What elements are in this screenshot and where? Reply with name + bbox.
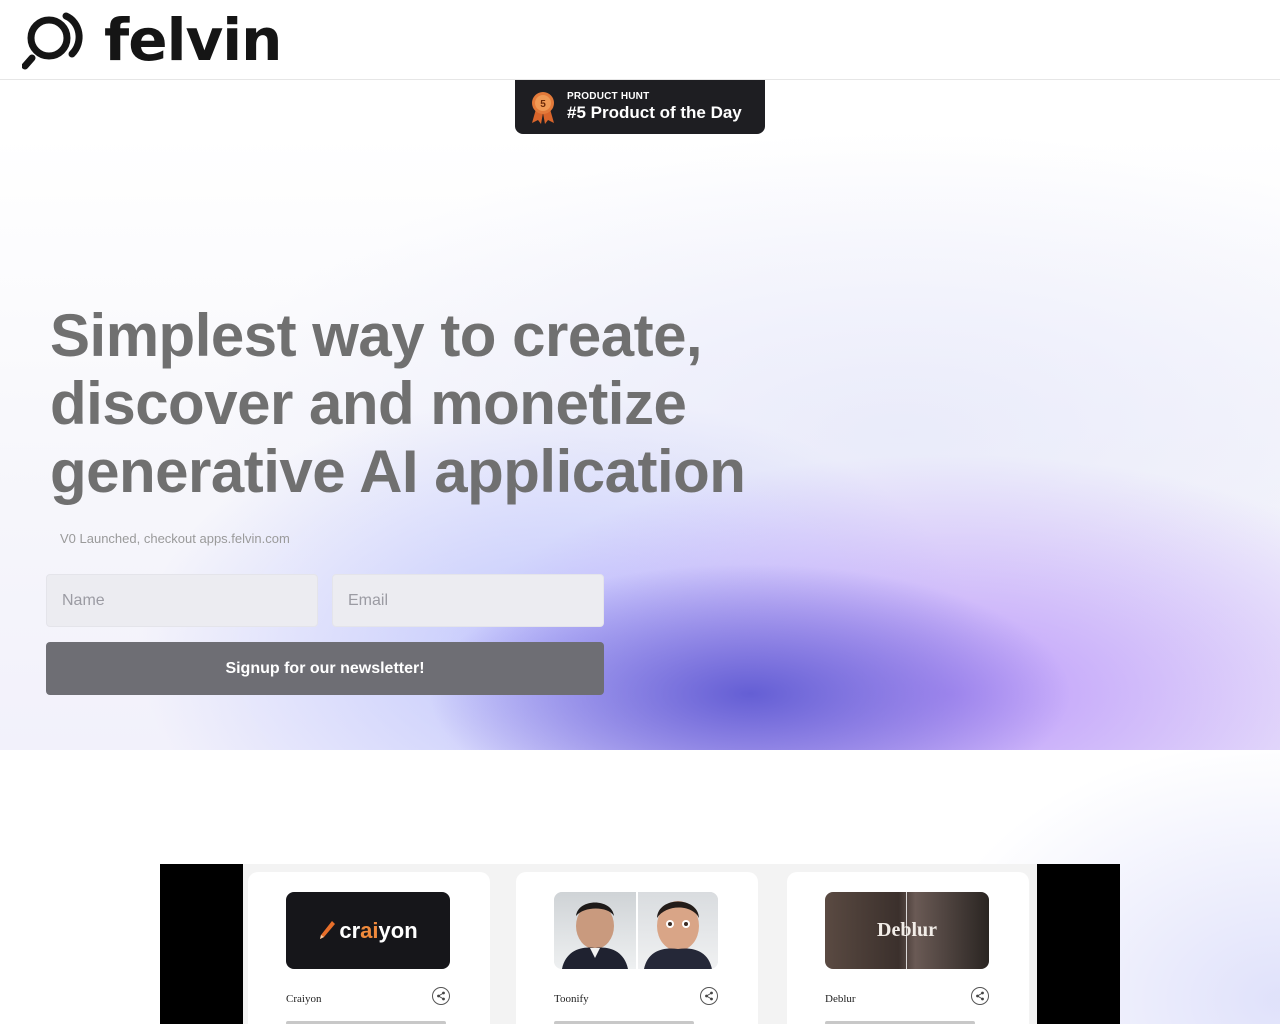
share-button[interactable] (432, 987, 450, 1005)
medal-number: 5 (540, 99, 546, 110)
app-name: Deblur (825, 993, 856, 1005)
app-name: Toonify (554, 993, 589, 1005)
share-icon (976, 991, 984, 1001)
hero-title: Simplest way to create, discover and mon… (50, 302, 746, 505)
app-card-deblur[interactable]: Deblur Deblur (787, 872, 1029, 1024)
badge-label-small: PRODUCT HUNT (567, 91, 650, 102)
deblur-wordmark: Deblur (877, 919, 937, 941)
comparison-divider (906, 892, 907, 969)
craiyon-wordmark: craiyon (339, 917, 418, 943)
toonified-face-image (636, 892, 718, 969)
badge-text: PRODUCT HUNT #5 Product of the Day (567, 91, 742, 123)
hero-section: Simplest way to create, discover and mon… (0, 134, 1280, 750)
email-input[interactable] (332, 574, 604, 627)
share-icon (705, 991, 713, 1001)
app-card-toonify[interactable]: Toonify (516, 872, 758, 1024)
name-input[interactable] (46, 574, 318, 627)
site-header: felvin (0, 0, 1280, 80)
app-name: Craiyon (286, 993, 322, 1005)
badge-label-large: #5 Product of the Day (567, 103, 742, 122)
face-photo-icon (562, 902, 628, 969)
share-button[interactable] (971, 987, 989, 1005)
app-thumbnail-toonify (554, 892, 718, 969)
app-thumbnail-deblur: Deblur (825, 892, 989, 969)
pencil-icon (320, 920, 336, 939)
product-hunt-badge[interactable]: 5 PRODUCT HUNT #5 Product of the Day (515, 80, 765, 134)
felvin-logo-icon (22, 12, 83, 70)
apps-section: craiyon Craiyon Toonify Deblur Deblur (0, 750, 1280, 1024)
signup-newsletter-button[interactable]: Signup for our newsletter! (46, 642, 604, 695)
share-icon (437, 991, 445, 1001)
apps-grid: craiyon Craiyon Toonify Deblur Deblur (243, 864, 1037, 1024)
app-card-craiyon[interactable]: craiyon Craiyon (248, 872, 490, 1024)
medal-icon: 5 (532, 92, 554, 124)
app-thumbnail-craiyon: craiyon (286, 892, 450, 969)
share-button[interactable] (700, 987, 718, 1005)
apps-showcase: craiyon Craiyon Toonify Deblur Deblur (160, 864, 1120, 1024)
original-face-image (554, 892, 636, 969)
logo[interactable]: felvin (22, 6, 282, 74)
toon-face-icon (644, 901, 712, 969)
hero-subtitle: V0 Launched, checkout apps.felvin.com (60, 531, 290, 546)
logo-text: felvin (104, 6, 282, 74)
